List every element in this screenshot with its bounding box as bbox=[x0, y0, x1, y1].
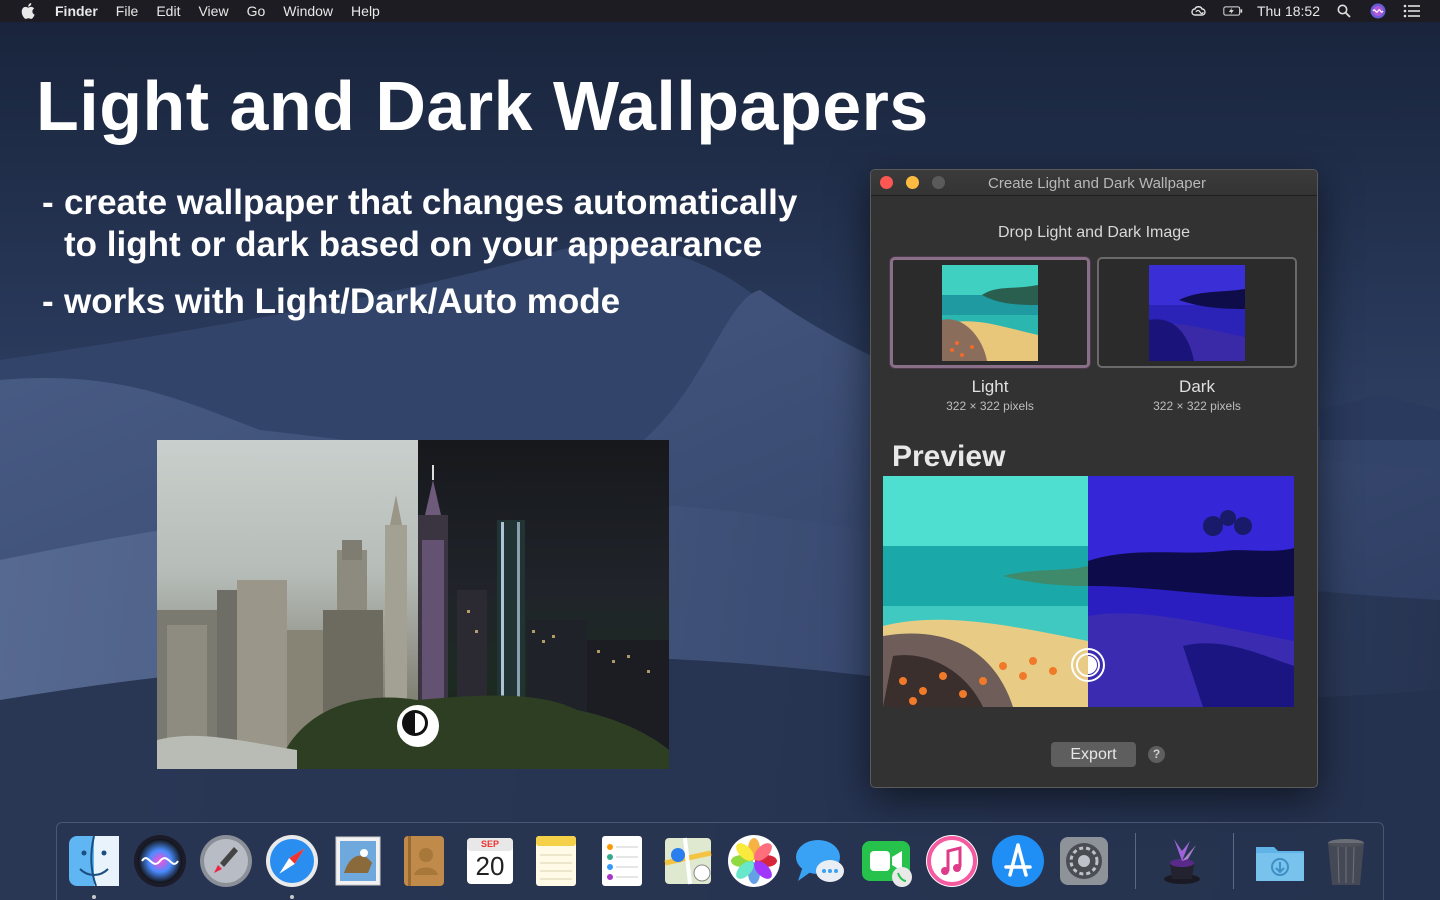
window-title: Create Light and Dark Wallpaper bbox=[988, 175, 1206, 192]
calendar-day: 20 bbox=[475, 851, 505, 881]
light-size: 322 × 322 pixels bbox=[946, 399, 1034, 413]
dock-separator bbox=[1233, 833, 1234, 889]
wallpaper-preview bbox=[883, 476, 1294, 707]
menu-window[interactable]: Window bbox=[274, 0, 342, 22]
notes-icon[interactable] bbox=[528, 833, 584, 889]
itunes-icon[interactable] bbox=[924, 833, 980, 889]
create-wallpaper-window: Create Light and Dark Wallpaper Drop Lig… bbox=[870, 169, 1318, 788]
preview-appearance-toggle-icon bbox=[1071, 648, 1105, 682]
app-store-icon[interactable] bbox=[990, 833, 1046, 889]
light-image-thumbnail bbox=[942, 264, 1038, 361]
bullet-text-line2: to light or dark based on your appearanc… bbox=[64, 225, 763, 264]
safari-running-indicator bbox=[290, 895, 294, 899]
bullet-text-line1: create wallpaper that changes automatica… bbox=[64, 183, 798, 222]
bullet-automatic: - create wallpaper that changes automatic… bbox=[42, 183, 797, 265]
preview-heading: Preview bbox=[892, 440, 1006, 473]
menu-help[interactable]: Help bbox=[342, 0, 389, 22]
photos-icon[interactable] bbox=[726, 833, 782, 889]
spotlight-search-icon[interactable] bbox=[1334, 3, 1354, 19]
calendar-icon[interactable]: SEP 20 bbox=[462, 833, 518, 889]
appearance-toggle-icon bbox=[397, 705, 439, 747]
dark-image-thumbnail bbox=[1149, 264, 1245, 361]
menu-edit[interactable]: Edit bbox=[147, 0, 189, 22]
city-day-night-photo bbox=[157, 440, 669, 769]
apple-menu-icon[interactable] bbox=[18, 0, 38, 22]
menu-go[interactable]: Go bbox=[238, 0, 275, 22]
calendar-month: SEP bbox=[480, 839, 499, 849]
finder-icon[interactable] bbox=[66, 833, 122, 889]
system-preferences-icon[interactable] bbox=[1056, 833, 1112, 889]
creative-cloud-icon[interactable] bbox=[1189, 3, 1209, 19]
bullet-text: works with Light/Dark/Auto mode bbox=[64, 282, 621, 321]
menu-view[interactable]: View bbox=[189, 0, 237, 22]
dark-image-well[interactable] bbox=[1097, 257, 1297, 368]
dark-label: Dark bbox=[1179, 377, 1215, 396]
maps-icon[interactable] bbox=[660, 833, 716, 889]
bullet-dash: - bbox=[42, 282, 54, 321]
facetime-icon[interactable] bbox=[858, 833, 914, 889]
notification-center-icon[interactable] bbox=[1402, 3, 1422, 19]
dock: SEP 20 bbox=[56, 822, 1384, 900]
dock-separator bbox=[1135, 833, 1136, 889]
downloads-folder-icon[interactable] bbox=[1252, 833, 1308, 889]
finder-running-indicator bbox=[92, 895, 96, 899]
safari-icon[interactable] bbox=[264, 833, 320, 889]
bullet-modes: - works with Light/Dark/Auto mode bbox=[42, 282, 620, 322]
trash-icon[interactable] bbox=[1318, 833, 1374, 889]
messages-icon[interactable] bbox=[792, 833, 848, 889]
drop-instructions: Drop Light and Dark Image bbox=[997, 224, 1191, 241]
headline: Light and Dark Wallpapers bbox=[36, 67, 929, 145]
menu-bar: Finder File Edit View Go Window Help Thu… bbox=[0, 0, 1440, 22]
menu-app-finder[interactable]: Finder bbox=[46, 0, 107, 22]
siri-app-icon[interactable] bbox=[132, 833, 188, 889]
dark-size: 322 × 322 pixels bbox=[1153, 399, 1241, 413]
reminders-icon[interactable] bbox=[594, 833, 650, 889]
wallpaper-app-icon[interactable] bbox=[1154, 833, 1210, 889]
battery-charging-icon[interactable] bbox=[1223, 3, 1243, 19]
light-image-well[interactable] bbox=[890, 257, 1090, 368]
bullet-dash: - bbox=[42, 183, 54, 222]
mail-stamp-icon[interactable] bbox=[330, 833, 386, 889]
light-label: Light bbox=[971, 377, 1009, 396]
siri-icon[interactable] bbox=[1368, 3, 1388, 19]
export-button[interactable]: Export bbox=[1051, 742, 1136, 767]
window-titlebar[interactable]: Create Light and Dark Wallpaper bbox=[871, 170, 1317, 196]
contacts-icon[interactable] bbox=[396, 833, 452, 889]
menu-file[interactable]: File bbox=[107, 0, 148, 22]
help-button[interactable]: ? bbox=[1148, 746, 1165, 763]
menu-clock[interactable]: Thu 18:52 bbox=[1257, 3, 1320, 19]
launchpad-icon[interactable] bbox=[198, 833, 254, 889]
